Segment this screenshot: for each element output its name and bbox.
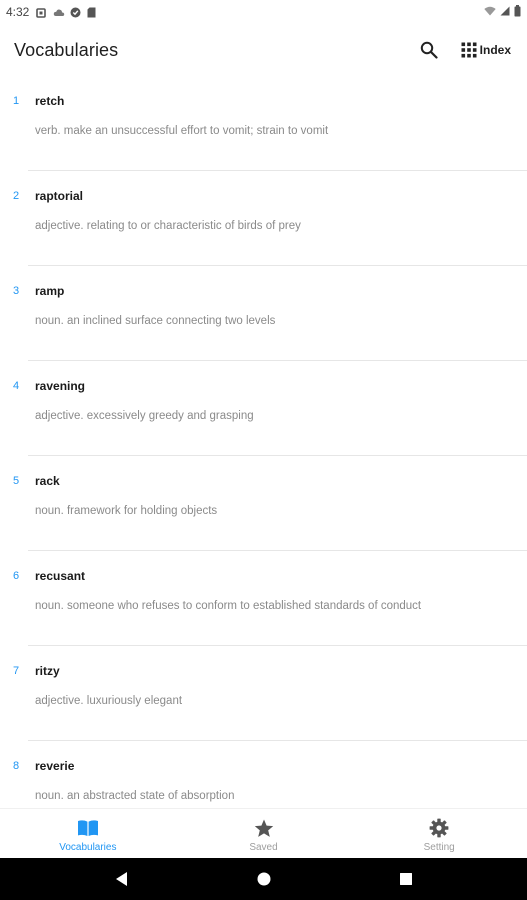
item-definition: noun. framework for holding objects [35,505,218,517]
item-word: recusant [35,569,86,583]
status-left: 4:32 [6,5,97,19]
app-bar-actions: Index [417,38,513,62]
search-button[interactable] [417,38,441,62]
vocabulary-list[interactable]: 1 retch verb. make an unsuccessful effor… [0,76,527,808]
bottom-navigation: Vocabularies Saved Setting [0,808,527,858]
home-icon [257,872,270,886]
back-button[interactable] [51,871,193,887]
battery-icon [514,4,521,20]
item-number: 1 [13,95,20,107]
item-definition: adjective. relating to or characteristic… [35,220,301,232]
nav-label: Setting [423,842,455,853]
list-item[interactable]: 2 raptorial adjective. relating to or ch… [13,171,527,266]
back-icon [115,872,127,886]
signal-icon [500,5,510,19]
nav-vocabularies[interactable]: Vocabularies [0,809,176,858]
item-number: 6 [13,570,20,582]
circle-app-icon [70,7,81,18]
square-notification-icon [36,7,47,18]
status-time: 4:32 [6,5,30,19]
system-navigation-bar [0,858,527,900]
nav-label: Saved [249,842,278,853]
nav-setting[interactable]: Setting [351,809,527,858]
item-number: 3 [13,285,20,297]
item-definition: adjective. excessively greedy and graspi… [35,410,254,422]
recents-icon [399,873,412,885]
list-item[interactable]: 3 ramp noun. an inclined surface connect… [13,266,527,361]
list-item[interactable]: 7 ritzy adjective. luxuriously elegant [13,646,527,741]
wifi-icon [484,5,496,19]
page-title: Vocabularies [14,39,119,60]
list-item[interactable]: 8 reverie noun. an abstracted state of a… [13,741,527,808]
item-definition: noun. an abstracted state of absorption [35,790,235,802]
item-word: raptorial [35,189,84,203]
item-definition: adjective. luxuriously elegant [35,695,183,707]
star-icon [253,818,275,838]
app-bar: Vocabularies Index [0,24,527,76]
grid-icon [461,42,477,58]
index-label: Index [479,43,511,57]
sd-card-icon [87,7,97,18]
item-number: 4 [13,380,20,392]
recents-button[interactable] [335,872,477,886]
item-definition: noun. someone who refuses to conform to … [35,600,422,612]
item-number: 5 [13,475,20,487]
status-bar: 4:32 [0,0,527,24]
nav-label: Vocabularies [59,842,117,853]
status-right [484,4,521,20]
item-number: 2 [13,190,20,202]
list-item[interactable]: 5 rack noun. framework for holding objec… [13,456,527,551]
gear-icon [428,818,450,838]
list-item[interactable]: 6 recusant noun. someone who refuses to … [13,551,527,646]
cloud-icon [53,7,65,17]
item-number: 7 [13,665,20,677]
home-button[interactable] [193,871,335,887]
nav-saved[interactable]: Saved [176,809,352,858]
item-definition: noun. an inclined surface connecting two… [35,315,276,327]
list-item[interactable]: 4 ravening adjective. excessively greedy… [13,361,527,456]
item-definition: verb. make an unsuccessful effort to vom… [35,125,329,137]
index-button[interactable]: Index [461,42,511,58]
list-item[interactable]: 1 retch verb. make an unsuccessful effor… [13,76,527,171]
item-word: rack [35,474,60,488]
item-word: ravening [35,379,86,393]
item-word: retch [35,94,65,108]
book-icon [77,818,99,838]
item-word: ritzy [35,664,60,678]
search-icon [420,41,438,59]
item-word: reverie [35,759,75,773]
item-number: 8 [13,760,20,772]
item-word: ramp [35,284,65,298]
